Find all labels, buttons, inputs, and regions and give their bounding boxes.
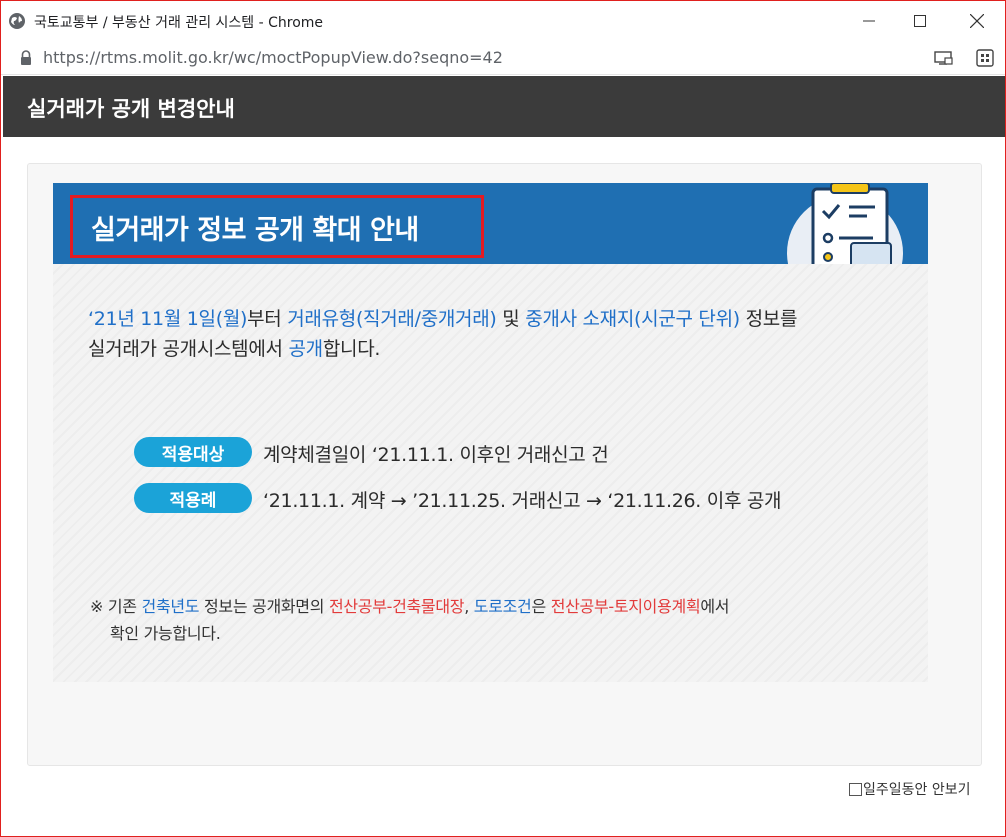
minimize-button[interactable] bbox=[844, 1, 894, 41]
notice-text: 정보를 bbox=[739, 308, 798, 330]
notice-banner: 실거래가 정보 공개 확대 안내 bbox=[53, 183, 928, 264]
popup-window: 국토교통부 / 부동산 거래 관리 시스템 - Chrome https://r… bbox=[0, 0, 1006, 837]
lock-icon bbox=[21, 50, 31, 65]
url-text[interactable]: https://rtms.molit.go.kr/wc/moctPopupVie… bbox=[43, 48, 503, 67]
notice-paragraph: ‘21년 11월 1일(월)부터 거래유형(직거래/중개거래) 및 중개사 소재… bbox=[88, 304, 797, 364]
notice-line-1: ‘21년 11월 1일(월)부터 거래유형(직거래/중개거래) 및 중개사 소재… bbox=[88, 304, 797, 334]
notice-highlight: 거래유형(직거래/중개거래) bbox=[287, 308, 497, 330]
notice-highlight: 중개사 소재지(시군구 단위) bbox=[525, 308, 740, 330]
footnote-text: , bbox=[464, 597, 474, 616]
dismiss-week-checkbox[interactable] bbox=[849, 782, 862, 796]
example-description: ‘21.11.1. 계약 → ’21.11.25. 거래신고 → ‘21.11.… bbox=[263, 490, 782, 512]
maximize-button[interactable] bbox=[895, 1, 945, 41]
window-title: 국토교통부 / 부동산 거래 관리 시스템 - Chrome bbox=[34, 15, 324, 31]
address-bar: https://rtms.molit.go.kr/wc/moctPopupVie… bbox=[1, 41, 1005, 75]
footnote-text: 은 bbox=[531, 597, 551, 616]
notice-line-2: 실거래가 공개시스템에서 공개합니다. bbox=[88, 334, 797, 364]
target-description: 계약체결일이 ‘21.11.1. 이후인 거래신고 건 bbox=[263, 444, 609, 466]
notice-highlight: 공개 bbox=[288, 338, 323, 360]
banner-title: 실거래가 정보 공개 확대 안내 bbox=[91, 215, 419, 246]
dismiss-week-option[interactable]: 일주일동안 안보기 bbox=[849, 779, 971, 799]
cast-icon[interactable] bbox=[933, 49, 953, 67]
notice-text: 합니다. bbox=[322, 338, 381, 360]
minimize-icon bbox=[863, 20, 875, 22]
footnote-text: 에서 bbox=[700, 597, 730, 616]
clipboard-checklist-icon bbox=[787, 183, 903, 264]
close-button[interactable] bbox=[952, 1, 1002, 41]
close-icon bbox=[970, 14, 984, 28]
footnote-highlight: 전산공부-토지이용계획 bbox=[550, 597, 701, 616]
footnote-line-1: ※ 기존 건축년도 정보는 공개화면의 전산공부-건축물대장, 도로조건은 전산… bbox=[90, 593, 730, 620]
extension-icon[interactable] bbox=[976, 48, 994, 68]
notice-text: 실거래가 공개시스템에서 bbox=[88, 338, 289, 360]
dismiss-week-label[interactable]: 일주일동안 안보기 bbox=[863, 779, 971, 799]
footnote: ※ 기존 건축년도 정보는 공개화면의 전산공부-건축물대장, 도로조건은 전산… bbox=[90, 593, 730, 647]
maximize-icon bbox=[914, 15, 926, 27]
page-header: 실거래가 공개 변경안내 bbox=[3, 76, 1005, 137]
footnote-highlight: 전산공부-건축물대장 bbox=[328, 597, 465, 616]
notice-text: 및 bbox=[496, 308, 526, 330]
notice-date: ‘21년 11월 1일(월) bbox=[88, 308, 248, 330]
globe-icon bbox=[9, 13, 25, 29]
footnote-text: 정보는 공개화면의 bbox=[199, 597, 329, 616]
footnote-text: ※ 기존 bbox=[90, 597, 142, 616]
page-title: 실거래가 공개 변경안내 bbox=[27, 97, 235, 121]
notice-text: 부터 bbox=[247, 308, 288, 330]
footnote-highlight: 도로조건 bbox=[473, 597, 532, 616]
footnote-line-2: 확인 가능합니다. bbox=[110, 624, 221, 643]
title-bar: 국토교통부 / 부동산 거래 관리 시스템 - Chrome bbox=[1, 1, 1005, 41]
target-tag: 적용대상 bbox=[134, 437, 252, 467]
example-tag: 적용례 bbox=[134, 483, 252, 513]
footnote-highlight: 건축년도 bbox=[141, 597, 200, 616]
